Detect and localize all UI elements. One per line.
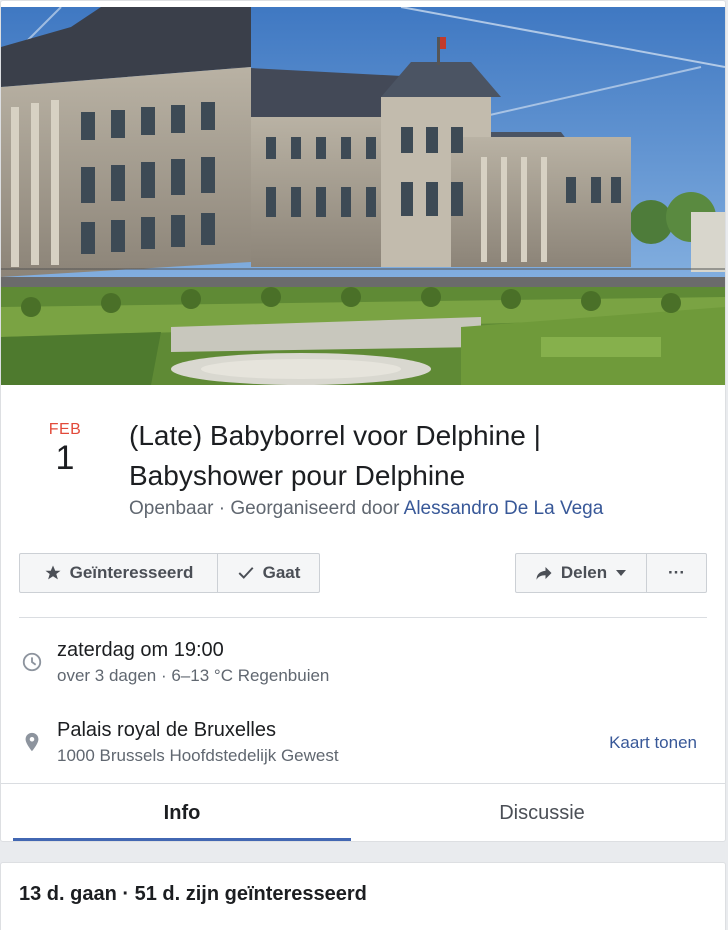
event-card: FEB 1 (Late) Babyborrel voor Delphine | … — [0, 0, 726, 842]
event-place-row: Palais royal de Bruxelles 1000 Brussels … — [19, 717, 709, 777]
share-button[interactable]: Delen — [515, 553, 647, 593]
location-pin-icon — [25, 732, 39, 752]
event-address: 1000 Brussels Hoofdstedelijk Gewest — [57, 746, 339, 765]
cover-photo[interactable] — [1, 7, 725, 385]
privacy-label: Openbaar — [129, 498, 214, 519]
interested-button[interactable]: Geïnteresseerd — [19, 553, 218, 593]
event-date: FEB 1 — [19, 421, 111, 477]
share-label: Delen — [560, 563, 608, 582]
interested-label: Geïnteresseerd — [69, 563, 194, 582]
show-map-link[interactable]: Kaart tonen — [609, 733, 697, 753]
tab-info[interactable]: Info — [13, 784, 351, 841]
active-tab-indicator — [13, 838, 351, 841]
attendance-stats: 13 d. gaan · 51 d. zijn geïnteresseerd — [19, 883, 367, 905]
checkmark-icon — [238, 567, 254, 579]
attendance-card: 13 d. gaan · 51 d. zijn geïnteresseerd — [0, 862, 726, 930]
event-subline: Openbaar · Georganiseerd door Alessandro… — [129, 498, 603, 520]
more-options-button[interactable]: ··· — [646, 553, 707, 593]
more-options-label: ··· — [668, 563, 685, 582]
going-label: Gaat — [262, 563, 301, 582]
share-arrow-icon — [536, 567, 552, 580]
star-icon — [45, 565, 61, 580]
event-place: Palais royal de Bruxelles — [57, 719, 276, 741]
event-title: (Late) Babyborrel voor Delphine | Babysh… — [129, 420, 541, 491]
event-day: 1 — [55, 439, 75, 477]
going-button[interactable]: Gaat — [217, 553, 320, 593]
organizer-link[interactable]: Alessandro De La Vega — [404, 498, 604, 519]
event-month: FEB — [48, 421, 82, 438]
clock-icon — [22, 652, 42, 672]
caret-down-icon — [616, 570, 627, 576]
event-time-detail: over 3 dagen · 6–13 °C Regenbuien — [57, 666, 330, 685]
tab-discussion[interactable]: Discussie — [363, 784, 721, 841]
organized-by-label: Georganiseerd door — [230, 498, 400, 519]
palace-photo-illustration — [1, 7, 725, 385]
subline-separator: · — [213, 498, 231, 519]
event-time-row: zaterdag om 19:00 over 3 dagen · 6–13 °C… — [19, 637, 709, 697]
event-time: zaterdag om 19:00 — [57, 639, 224, 661]
section-divider — [19, 617, 707, 618]
